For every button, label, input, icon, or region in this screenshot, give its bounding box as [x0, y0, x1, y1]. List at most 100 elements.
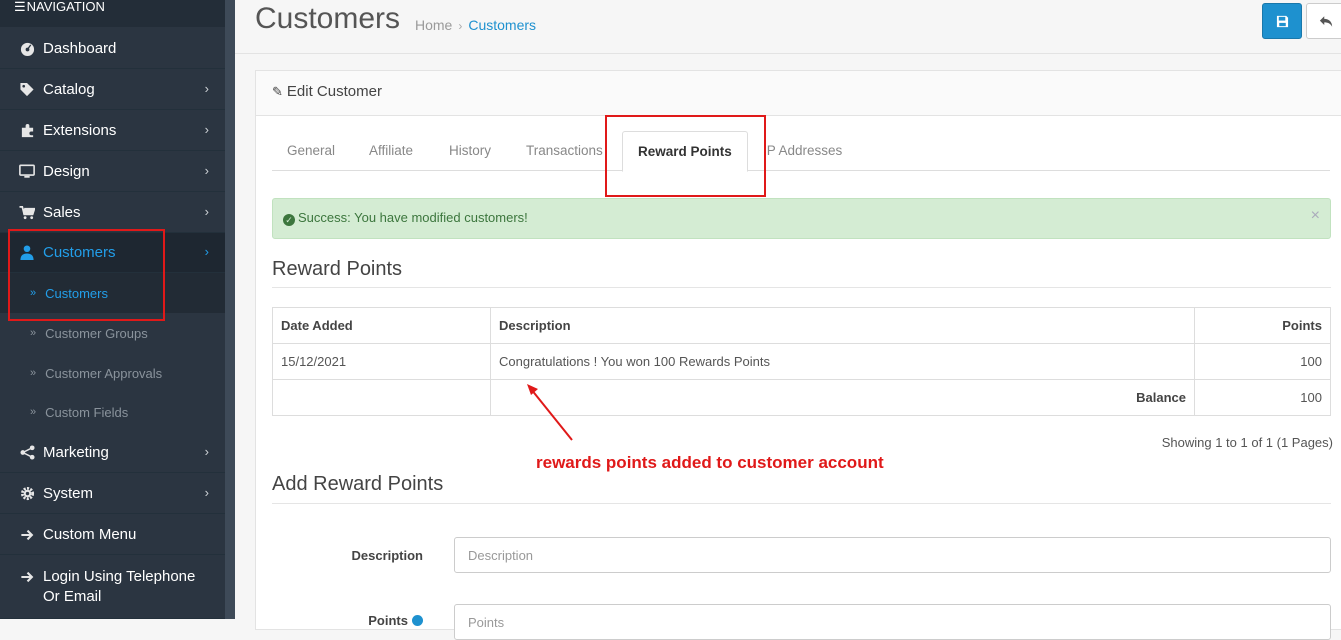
double-chevron-icon: » — [30, 287, 37, 299]
sidebar-item-marketing[interactable]: Marketing › — [0, 433, 225, 473]
panel-header: ✎ Edit Customer — [256, 71, 1341, 116]
cart-icon — [19, 205, 35, 221]
double-chevron-icon: » — [30, 327, 37, 339]
navigation-header[interactable]: ☰NAVIGATION — [0, 0, 225, 27]
sidebar-item-dashboard[interactable]: Dashboard — [0, 29, 225, 69]
pagination-info: Showing 1 to 1 of 1 (1 Pages) — [1161, 435, 1333, 450]
sidebar-item-catalog[interactable]: Catalog › — [0, 70, 225, 110]
page-title: Customers — [255, 2, 401, 35]
reward-points-table: Date Added Description Points 15/12/2021… — [272, 307, 1331, 416]
alert-message: Success: You have modified customers! — [298, 210, 528, 225]
table-balance-row: Balance 100 — [272, 379, 1331, 416]
reward-points-heading: Reward Points — [272, 258, 403, 280]
success-alert: ✓ Success: You have modified customers! × — [272, 198, 1331, 239]
dashboard-icon — [19, 41, 35, 57]
description-label: Description — [351, 548, 423, 563]
panel-title: Edit Customer — [286, 83, 382, 100]
share-icon — [19, 445, 35, 461]
tab-reward-points[interactable]: Reward Points — [622, 131, 748, 172]
arrow-right-icon — [19, 527, 35, 543]
sidebar-item-sales[interactable]: Sales › — [0, 193, 225, 233]
chevron-right-icon: › — [204, 122, 209, 137]
desktop-icon — [19, 164, 35, 180]
double-chevron-icon: » — [30, 406, 37, 418]
cell-empty — [272, 379, 491, 416]
sidebar-item-label: Customers — [43, 244, 116, 261]
cell-points: 100 — [1194, 343, 1331, 380]
breadcrumb-customers[interactable]: Customers — [468, 17, 536, 33]
pencil-icon: ✎ — [272, 84, 283, 99]
balance-label: Balance — [490, 379, 1195, 416]
help-icon[interactable] — [412, 615, 423, 626]
section-divider — [272, 503, 1331, 504]
check-circle-icon: ✓ — [283, 214, 295, 226]
points-input[interactable] — [454, 604, 1331, 640]
sidebar-item-label: Design — [43, 163, 90, 180]
sidebar-item-label: Dashboard — [43, 40, 117, 57]
sidebar: ☰NAVIGATION Dashboard Catalog › Extensio… — [0, 0, 225, 619]
breadcrumb-separator-icon: › — [458, 19, 463, 33]
breadcrumb: Home › Customers — [415, 17, 536, 33]
sidebar-item-login-telephone-email[interactable]: Login Using Telephone Or Email — [0, 558, 225, 619]
points-label: Points — [272, 613, 423, 628]
tab-ip-addresses[interactable]: IP Addresses — [748, 131, 857, 171]
tab-transactions[interactable]: Transactions — [511, 131, 618, 171]
tab-affiliate[interactable]: Affiliate — [354, 131, 428, 171]
tab-general[interactable]: General — [272, 131, 350, 171]
cell-date-added: 15/12/2021 — [272, 343, 491, 380]
chevron-right-icon: › — [204, 81, 209, 96]
chevron-right-icon: › — [204, 163, 209, 178]
sidebar-item-design[interactable]: Design › — [0, 152, 225, 192]
points-label-text: Points — [368, 613, 408, 628]
sidebar-item-system[interactable]: System › — [0, 474, 225, 514]
column-header-description: Description — [490, 307, 1195, 344]
user-icon — [19, 245, 35, 261]
sidebar-subitem-label: Customer Approvals — [45, 365, 163, 381]
reply-icon — [1319, 15, 1333, 27]
section-divider — [272, 287, 1331, 288]
sidebar-subitem-label: Custom Fields — [45, 404, 129, 420]
annotation-text: rewards points added to customer account — [536, 453, 884, 472]
navigation-heading: NAVIGATION — [26, 0, 105, 14]
sidebar-subitem-customer-groups[interactable]: » Customer Groups — [0, 313, 225, 353]
breadcrumb-home[interactable]: Home — [415, 17, 452, 33]
puzzle-icon — [19, 123, 35, 139]
column-header-date-added: Date Added — [272, 307, 491, 344]
sidebar-item-custom-menu[interactable]: Custom Menu — [0, 515, 225, 555]
sidebar-item-label: Extensions — [43, 122, 117, 139]
save-button[interactable] — [1262, 3, 1302, 39]
sidebar-subitem-customer-approvals[interactable]: » Customer Approvals — [0, 353, 225, 393]
balance-value: 100 — [1194, 379, 1331, 416]
sidebar-subitem-custom-fields[interactable]: » Custom Fields — [0, 392, 225, 432]
sidebar-subitem-label: Customers — [45, 285, 108, 301]
close-icon[interactable]: × — [1311, 207, 1320, 225]
back-button[interactable] — [1306, 3, 1341, 39]
menu-icon[interactable]: ☰ — [14, 0, 26, 14]
table-row: 15/12/2021 Congratulations ! You won 100… — [272, 343, 1331, 380]
double-chevron-icon: » — [30, 367, 37, 379]
edit-customer-panel: ✎ Edit Customer General Affiliate History… — [255, 70, 1341, 640]
chevron-right-icon: › — [204, 444, 209, 459]
sidebar-item-label: System — [43, 485, 94, 502]
sidebar-item-label: Marketing — [43, 444, 109, 461]
sidebar-item-extensions[interactable]: Extensions › — [0, 111, 225, 151]
chevron-right-icon: › — [204, 485, 209, 500]
sidebar-item-label: Login Using Telephone Or Email — [43, 568, 196, 605]
table-header-row: Date Added Description Points — [272, 307, 1331, 344]
sidebar-item-customers[interactable]: Customers › — [0, 233, 225, 273]
sidebar-item-label: Catalog — [43, 81, 95, 98]
sidebar-item-label: Sales — [43, 204, 81, 221]
cog-icon — [19, 486, 35, 502]
sidebar-subitem-customers[interactable]: » Customers — [0, 273, 225, 313]
description-input[interactable] — [454, 537, 1331, 573]
tags-icon — [19, 82, 35, 98]
sidebar-divider — [225, 0, 235, 619]
column-header-points: Points — [1194, 307, 1331, 344]
save-icon — [1276, 15, 1288, 27]
tab-history[interactable]: History — [434, 131, 506, 171]
sidebar-item-label: Custom Menu — [43, 526, 137, 543]
cell-description: Congratulations ! You won 100 Rewards Po… — [490, 343, 1195, 380]
sidebar-subitem-label: Customer Groups — [45, 325, 148, 341]
chevron-right-icon: › — [204, 204, 209, 219]
add-reward-points-heading: Add Reward Points — [272, 473, 444, 495]
